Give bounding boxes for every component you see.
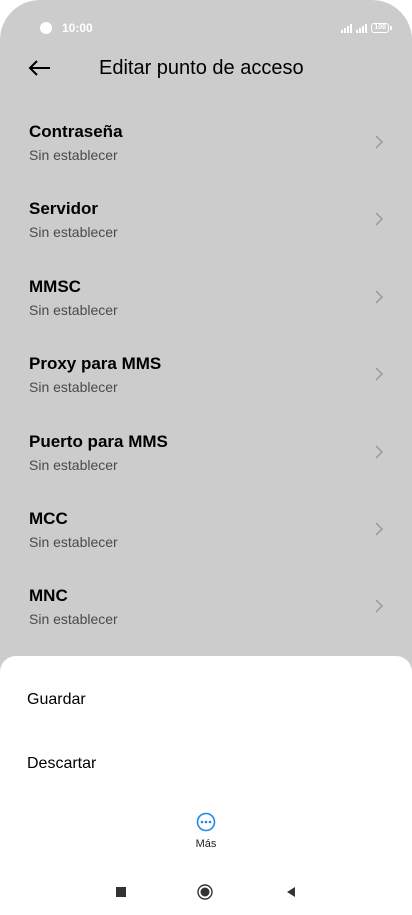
back-nav-button[interactable]: [285, 886, 297, 898]
setting-value: Sin establecer: [29, 611, 118, 628]
setting-title: Contraseña: [29, 122, 123, 141]
status-right: 100: [341, 23, 392, 33]
status-time: 10:00: [62, 21, 93, 35]
chevron-right-icon: [375, 445, 384, 459]
setting-title: Puerto para MMS: [29, 431, 168, 451]
setting-value: Sin establecer: [29, 379, 118, 396]
setting-item-servidor[interactable]: Servidor Sin establecer: [0, 181, 412, 258]
save-option[interactable]: Guardar: [0, 673, 412, 729]
chevron-right-icon: [375, 290, 384, 304]
setting-title: Servidor: [29, 199, 98, 219]
phone-frame: 10:00 100 Editar punto de acceso Contras…: [0, 0, 412, 915]
battery-tip: [390, 26, 392, 30]
discard-label: Descartar: [27, 755, 97, 772]
save-label: Guardar: [27, 691, 86, 708]
navigation-bar: [0, 875, 412, 915]
setting-title: MMSC: [29, 276, 81, 296]
battery-icon: 100: [371, 23, 392, 33]
chevron-right-icon: [375, 599, 384, 613]
back-button[interactable]: [22, 54, 58, 82]
chevron-right-icon: [375, 367, 384, 381]
more-label: Más: [195, 838, 217, 850]
discard-option[interactable]: Descartar: [0, 737, 412, 793]
arrow-left-icon: [28, 60, 50, 76]
setting-item-mcc[interactable]: MCC Sin establecer: [0, 491, 412, 568]
setting-value: Sin establecer: [29, 456, 118, 473]
setting-item-puerto-mms[interactable]: Puerto para MMS Sin establecer: [0, 414, 412, 491]
setting-item-proxy-mms[interactable]: Proxy para MMS Sin establecer: [0, 336, 412, 413]
camera-cutout-icon: [40, 22, 52, 34]
setting-item-mmsc[interactable]: MMSC Sin establecer: [0, 259, 412, 336]
setting-title: MNC: [29, 586, 68, 606]
chevron-right-icon: [375, 212, 384, 226]
setting-item-mnc[interactable]: MNC Sin establecer: [0, 568, 412, 645]
app-header: Editar punto de acceso: [0, 48, 412, 88]
signal-icon: [341, 24, 353, 33]
setting-title: MCC: [29, 508, 68, 528]
setting-title: Proxy para MMS: [29, 354, 162, 374]
more-button[interactable]: Más: [176, 812, 236, 856]
chevron-right-icon: [375, 522, 384, 536]
settings-list: Contraseña Sin establecer Servidor Sin e…: [0, 104, 412, 646]
home-button[interactable]: [197, 884, 213, 900]
setting-value: Sin establecer: [29, 533, 118, 550]
setting-value: Sin establecer: [29, 224, 118, 241]
chevron-right-icon: [375, 135, 384, 149]
signal-icon: [356, 24, 368, 33]
setting-item-contrasena[interactable]: Contraseña Sin establecer: [0, 104, 412, 181]
page-title: Editar punto de acceso: [99, 57, 304, 79]
recents-button[interactable]: [116, 887, 126, 897]
battery-level: 100: [371, 23, 389, 33]
setting-value: Sin establecer: [29, 301, 118, 318]
setting-value: Sin establecer: [29, 147, 118, 163]
more-horizontal-circle-icon: [196, 812, 216, 832]
status-left: 10:00: [40, 21, 93, 35]
